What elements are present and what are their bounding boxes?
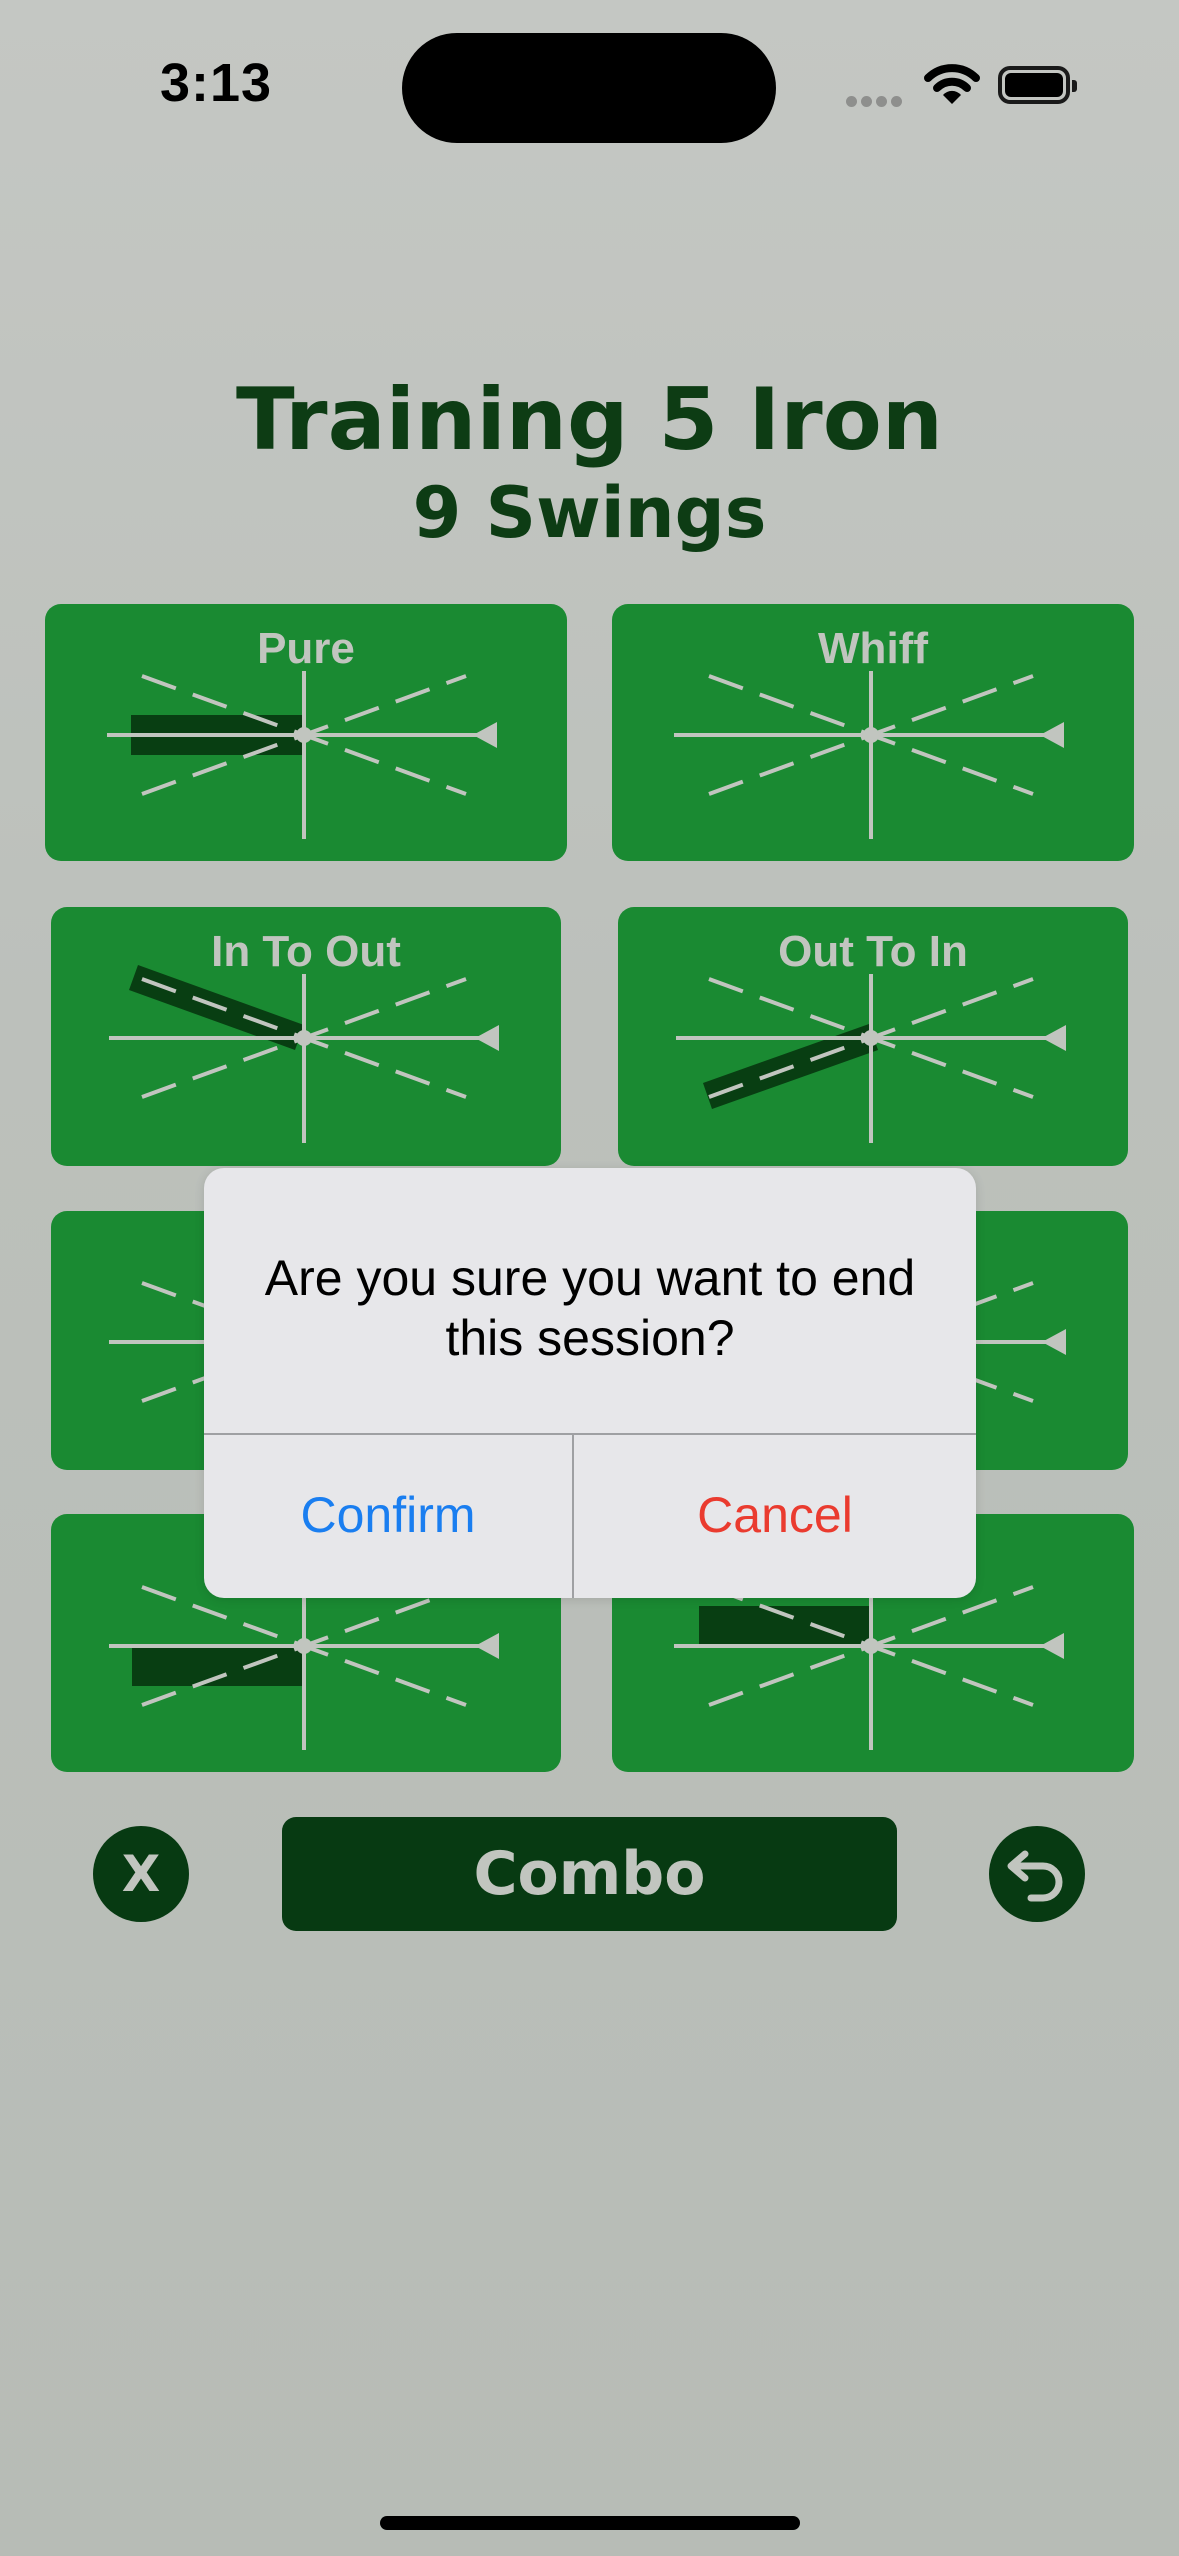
- combo-button[interactable]: Combo: [282, 1817, 897, 1931]
- alert-message: Are you sure you want to end this sessio…: [264, 1250, 916, 1366]
- home-indicator[interactable]: [380, 2516, 800, 2530]
- swing-path-icon: [674, 671, 1064, 839]
- alert-button-row: Confirm Cancel: [204, 1433, 976, 1598]
- wifi-icon: [924, 62, 980, 111]
- undo-button[interactable]: [989, 1826, 1085, 1922]
- confirm-button[interactable]: Confirm: [204, 1435, 574, 1598]
- end-session-button[interactable]: X: [93, 1826, 189, 1922]
- undo-icon: [1007, 1850, 1063, 1902]
- swing-count: 9 Swings: [412, 472, 767, 554]
- tile-in-to-out[interactable]: In To Out: [51, 907, 561, 1166]
- swing-path-icon: [107, 671, 497, 839]
- cancel-button[interactable]: Cancel: [574, 1435, 976, 1598]
- tile-out-to-in[interactable]: Out To In: [618, 907, 1128, 1166]
- cellular-signal-icon: [846, 94, 906, 112]
- page-title: Training 5 Iron: [235, 370, 944, 470]
- swing-path-icon: [676, 974, 1066, 1143]
- battery-icon: [998, 66, 1077, 104]
- tile-whiff[interactable]: Whiff: [612, 604, 1134, 861]
- end-session-alert: Are you sure you want to end this sessio…: [204, 1168, 976, 1598]
- swing-path-icon: [109, 965, 499, 1143]
- tile-pure[interactable]: Pure: [45, 604, 567, 861]
- dynamic-island: [402, 33, 776, 143]
- status-time: 3:13: [160, 53, 273, 113]
